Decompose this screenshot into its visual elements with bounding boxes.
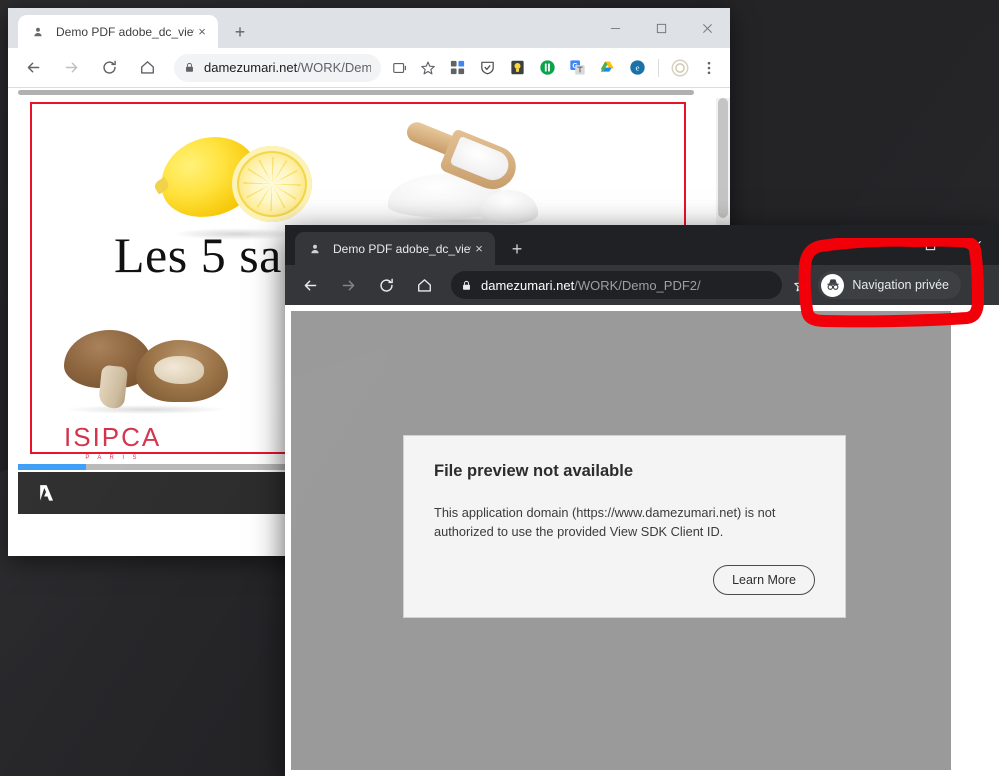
window1-titlebar[interactable]: Demo PDF adobe_dc_view × + bbox=[8, 8, 730, 48]
window2-tab-title: Demo PDF adobe_dc_view bbox=[333, 241, 471, 256]
puzzle-grid-icon[interactable] bbox=[443, 54, 471, 82]
home-icon[interactable] bbox=[133, 54, 161, 82]
three-dots-menu-icon[interactable] bbox=[696, 55, 722, 81]
keep-notes-icon[interactable] bbox=[503, 54, 531, 82]
learn-more-button[interactable]: Learn More bbox=[713, 565, 815, 595]
edge-profile-icon[interactable]: e bbox=[623, 54, 651, 82]
close-window-button[interactable] bbox=[684, 8, 730, 48]
salt-scoop-image bbox=[380, 116, 540, 228]
maximize-button[interactable] bbox=[638, 8, 684, 48]
window1-tab[interactable]: Demo PDF adobe_dc_view × bbox=[18, 15, 218, 48]
window1-scrollbar-thumb[interactable] bbox=[718, 98, 728, 218]
back-arrow-icon[interactable] bbox=[296, 271, 324, 299]
reload-icon[interactable] bbox=[95, 54, 123, 82]
lock-icon bbox=[184, 62, 195, 73]
maximize-button[interactable] bbox=[907, 225, 953, 265]
desktop-background: Demo PDF adobe_dc_view × + damezumari.ne… bbox=[0, 0, 999, 776]
minimize-button[interactable] bbox=[861, 225, 907, 265]
minimize-button[interactable] bbox=[592, 8, 638, 48]
new-tab-button[interactable]: + bbox=[228, 20, 252, 44]
dialog-title: File preview not available bbox=[434, 462, 633, 480]
back-arrow-icon[interactable] bbox=[19, 54, 47, 82]
browser-window-incognito[interactable]: Demo PDF adobe_dc_view × + damezumari.ne… bbox=[285, 225, 999, 776]
isipca-logo: ISIPCA P A R I S bbox=[64, 422, 161, 461]
url-path: /WORK/Demo_PDF2/ bbox=[297, 60, 371, 75]
address-bar-url: damezumari.net/WORK/Demo_PDF2/ bbox=[204, 60, 371, 75]
forward-arrow-icon[interactable] bbox=[57, 54, 85, 82]
url-domain: damezumari.net bbox=[481, 277, 575, 293]
forward-arrow-icon[interactable] bbox=[334, 271, 362, 299]
pocket-icon[interactable] bbox=[533, 54, 561, 82]
incognito-badge[interactable]: Navigation privée bbox=[818, 271, 961, 299]
home-icon[interactable] bbox=[410, 271, 438, 299]
window2-titlebar[interactable]: Demo PDF adobe_dc_view × + bbox=[285, 225, 999, 265]
isipca-subtitle: P A R I S bbox=[85, 455, 140, 461]
shield-icon[interactable] bbox=[473, 54, 501, 82]
google-drive-icon[interactable] bbox=[593, 54, 621, 82]
address-bar[interactable]: damezumari.net/WORK/Demo_PDF2/ bbox=[451, 271, 783, 299]
google-translate-icon[interactable]: G bbox=[563, 54, 591, 82]
window1-toolbar[interactable]: damezumari.net/WORK/Demo_PDF2/ bbox=[8, 48, 730, 88]
svg-text:e: e bbox=[635, 63, 639, 73]
toolbar-divider bbox=[658, 58, 659, 77]
pdf-title-text: Les 5 sa bbox=[114, 227, 282, 283]
reload-icon[interactable] bbox=[372, 271, 400, 299]
lemon-image bbox=[152, 126, 312, 240]
pdf-progress-thumb[interactable] bbox=[18, 464, 86, 470]
star-icon[interactable] bbox=[415, 55, 441, 81]
window2-toolbar[interactable]: damezumari.net/WORK/Demo_PDF2/ Navigatio… bbox=[285, 265, 999, 305]
url-domain: damezumari.net bbox=[204, 60, 298, 75]
window2-window-controls bbox=[861, 225, 999, 265]
window2-tab[interactable]: Demo PDF adobe_dc_view × bbox=[295, 232, 495, 265]
person-icon bbox=[30, 24, 46, 40]
window2-page-content: File preview not available This applicat… bbox=[285, 305, 999, 776]
dialog-button-row: Learn More bbox=[713, 565, 815, 595]
file-preview-error-dialog: File preview not available This applicat… bbox=[403, 435, 846, 618]
mushrooms-image bbox=[60, 322, 230, 414]
three-dots-menu-icon[interactable] bbox=[965, 271, 993, 299]
address-bar-url: damezumari.net/WORK/Demo_PDF2/ bbox=[481, 278, 701, 293]
incognito-hat-icon bbox=[821, 273, 845, 297]
adobe-logo bbox=[38, 484, 58, 503]
star-icon[interactable] bbox=[788, 272, 814, 298]
dialog-message: This application domain (https://www.dam… bbox=[434, 505, 776, 539]
window1-tab-title: Demo PDF adobe_dc_view bbox=[56, 24, 194, 39]
lock-icon bbox=[461, 280, 472, 291]
close-window-button[interactable] bbox=[953, 225, 999, 265]
window1-window-controls bbox=[592, 8, 730, 48]
person-icon bbox=[307, 241, 323, 257]
close-icon[interactable]: × bbox=[471, 241, 487, 257]
close-icon[interactable]: × bbox=[194, 24, 210, 40]
url-path: /WORK/Demo_PDF2/ bbox=[574, 277, 701, 293]
isipca-name: ISIPCA bbox=[64, 422, 162, 452]
address-bar[interactable]: damezumari.net/WORK/Demo_PDF2/ bbox=[174, 53, 381, 82]
cast-icon[interactable] bbox=[387, 55, 413, 81]
pdf-viewer-scroll-strip[interactable] bbox=[18, 90, 694, 95]
profile-circle-icon[interactable] bbox=[666, 54, 694, 82]
new-tab-button[interactable]: + bbox=[505, 237, 529, 261]
pdf-viewer-top-strip bbox=[8, 88, 730, 98]
incognito-badge-label: Navigation privée bbox=[852, 278, 949, 292]
window1-toolbar-icons: G e bbox=[387, 54, 724, 82]
